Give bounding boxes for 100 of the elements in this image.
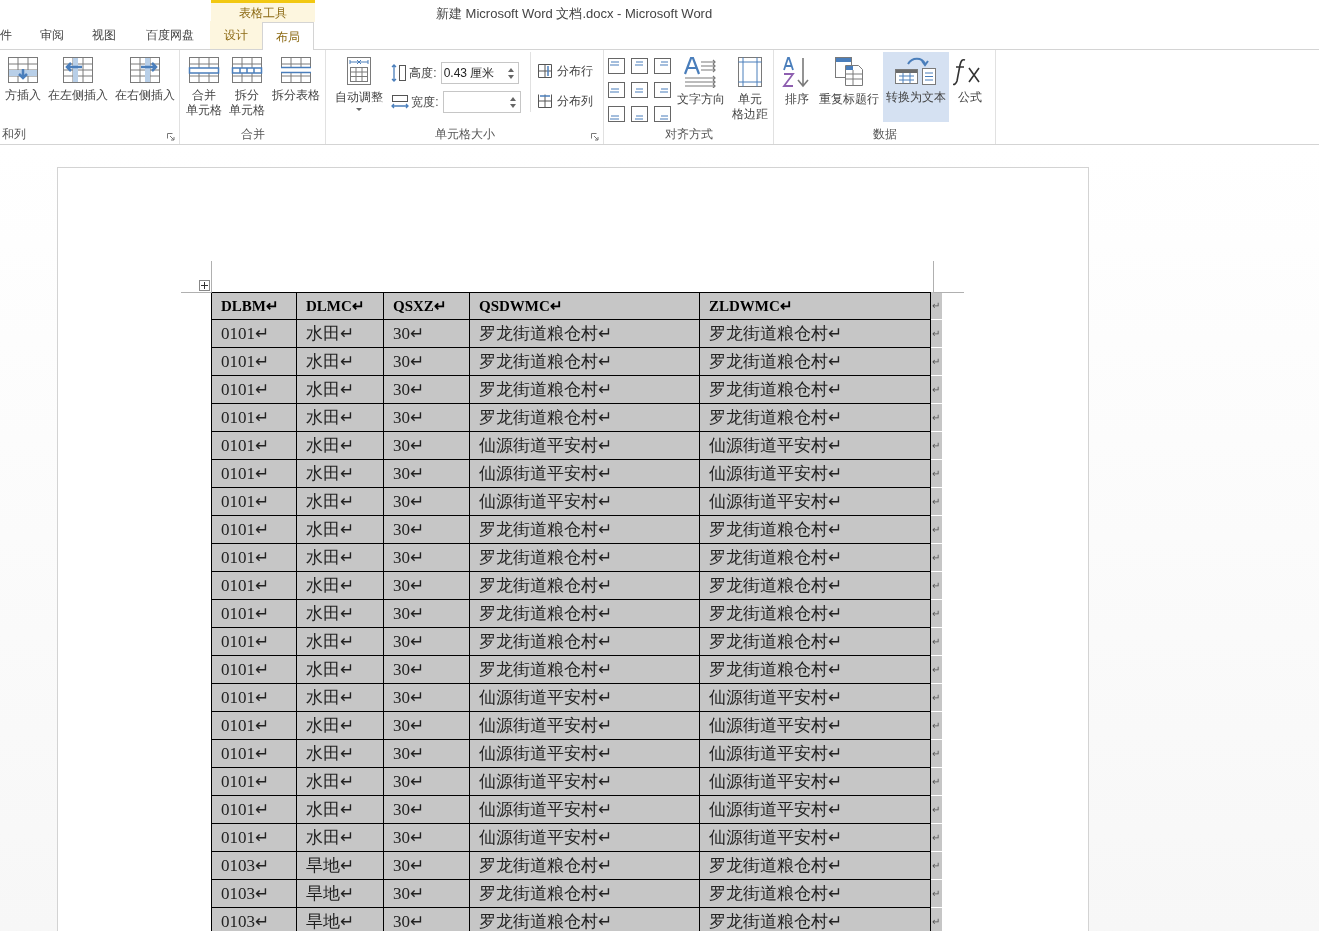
row-end-mark: ↵: [931, 292, 942, 320]
table-cell: 30↵: [384, 712, 470, 740]
table-cell: 罗龙街道粮仓村↵: [470, 516, 700, 544]
group-label: 合并: [240, 126, 265, 143]
table-cell: 水田↵: [297, 432, 384, 460]
table-cell: 0101↵: [211, 824, 297, 852]
ribbon-button[interactable]: 自动调整: [332, 52, 387, 122]
table-cell: 水田↵: [297, 768, 384, 796]
field-label: 高度:: [409, 65, 437, 82]
table-cell: 仙源街道平安村↵: [470, 712, 700, 740]
align-icon[interactable]: [654, 106, 671, 122]
table-cell: 0101↵: [211, 600, 297, 628]
table-cell: 30↵: [384, 880, 470, 908]
ribbon-button[interactable]: 合并 单元格: [182, 52, 225, 122]
context-tab-header: 表格工具: [211, 0, 315, 22]
table-cell: 罗龙街道粮仓村↵: [700, 376, 931, 404]
spin-field[interactable]: 0.43 厘米: [440, 62, 519, 84]
spin-up-icon[interactable]: [507, 67, 514, 72]
ribbon-button[interactable]: 方插入: [1, 52, 44, 122]
table-cell: 旱地↵: [297, 880, 384, 908]
spin-field[interactable]: [442, 91, 521, 113]
table-cell: 30↵: [384, 628, 470, 656]
convert-icon: [894, 56, 938, 86]
window-title: 新建 Microsoft Word 文档.docx - Microsoft Word: [436, 5, 713, 23]
align-icon[interactable]: [608, 82, 625, 98]
ribbon-button[interactable]: 分布行: [536, 62, 593, 80]
row-end-mark: ↵: [931, 880, 942, 908]
table-cell: 30↵: [384, 656, 470, 684]
sort-icon: [782, 56, 812, 88]
ribbon-button[interactable]: 单元 格边距: [729, 52, 771, 122]
ribbon-tab[interactable]: 布局: [262, 22, 314, 50]
align-icon[interactable]: [654, 82, 671, 98]
align-icon[interactable]: [654, 58, 671, 74]
table-cell: 30↵: [384, 852, 470, 880]
table-cell: 水田↵: [297, 628, 384, 656]
row-end-mark: ↵: [931, 768, 942, 796]
ribbon-button[interactable]: 拆分表格: [268, 52, 323, 122]
dialog-launcher-icon[interactable]: [591, 133, 599, 141]
ribbon-tab[interactable]: 审阅: [26, 21, 78, 49]
row-end-mark: ↵: [931, 852, 942, 880]
row-height-icon: [391, 64, 408, 82]
table-cell: 仙源街道平安村↵: [700, 712, 931, 740]
table-cell: 水田↵: [297, 740, 384, 768]
table-cell: 仙源街道平安村↵: [700, 796, 931, 824]
table-cell: 0103↵: [211, 880, 297, 908]
spin-down-icon[interactable]: [507, 74, 514, 79]
table-cell: 30↵: [384, 684, 470, 712]
table-cell: 水田↵: [297, 404, 384, 432]
ribbon-button[interactable]: 在右侧插入: [111, 52, 178, 122]
ribbon-button[interactable]: 在左侧插入: [44, 52, 111, 122]
table-move-handle-icon[interactable]: [199, 280, 210, 291]
row-end-mark: ↵: [931, 488, 942, 516]
table-cell: 水田↵: [297, 712, 384, 740]
align-icon[interactable]: [608, 106, 625, 122]
table-cell: 仙源街道平安村↵: [700, 684, 931, 712]
align-icon[interactable]: [631, 82, 648, 98]
column-width-icon: [391, 94, 410, 110]
table-cell: 30↵: [384, 376, 470, 404]
ribbon-tab[interactable]: 百度网盘: [130, 21, 210, 49]
table-cell: 30↵: [384, 824, 470, 852]
table-cell: 罗龙街道粮仓村↵: [700, 852, 931, 880]
table-cell: 罗龙街道粮仓村↵: [470, 628, 700, 656]
ribbon-tab[interactable]: 设计: [210, 21, 262, 49]
ribbon-button[interactable]: 文字方向: [674, 52, 728, 122]
table-cell: 水田↵: [297, 656, 384, 684]
align-icon[interactable]: [631, 58, 648, 74]
table-cell: 罗龙街道粮仓村↵: [700, 628, 931, 656]
row-end-mark: ↵: [931, 348, 942, 376]
table-cell: 旱地↵: [297, 908, 384, 931]
ribbon-button[interactable]: 转换为文本: [883, 52, 949, 122]
row-end-mark: ↵: [931, 628, 942, 656]
row-end-mark: ↵: [931, 460, 942, 488]
margin-mark: [933, 261, 964, 293]
ribbon-button[interactable]: 拆分 单元格: [225, 52, 268, 122]
align-icon[interactable]: [631, 106, 648, 122]
ribbon-button[interactable]: 公式: [950, 52, 990, 122]
table-cell: 罗龙街道粮仓村↵: [700, 908, 931, 931]
dialog-launcher-icon[interactable]: [167, 133, 175, 141]
table-cell: 30↵: [384, 768, 470, 796]
row-end-mark: ↵: [931, 320, 942, 348]
table-cell: 0101↵: [211, 572, 297, 600]
spin-up-icon[interactable]: [509, 96, 516, 101]
table-cell: 仙源街道平安村↵: [470, 740, 700, 768]
ribbon-button[interactable]: 重复标题行: [816, 52, 882, 122]
row-end-mark: ↵: [931, 572, 942, 600]
align-icon[interactable]: [608, 58, 625, 74]
column-header: DLMC↵: [297, 292, 384, 320]
ribbon-button[interactable]: 排序: [779, 52, 815, 122]
ribbon-tab[interactable]: 视图: [78, 21, 130, 49]
ribbon-button[interactable]: 分布列: [536, 92, 593, 110]
table-cell: 0101↵: [211, 460, 297, 488]
table-cell: 旱地↵: [297, 852, 384, 880]
table-cell: 仙源街道平安村↵: [700, 824, 931, 852]
insert-column-icon: [128, 56, 161, 84]
table-cell: 罗龙街道粮仓村↵: [470, 544, 700, 572]
spin-down-icon[interactable]: [509, 103, 516, 108]
table-cell: 0103↵: [211, 908, 297, 931]
table-cell: 0101↵: [211, 712, 297, 740]
ribbon-tab[interactable]: 件: [0, 21, 26, 49]
table-cell: 水田↵: [297, 516, 384, 544]
